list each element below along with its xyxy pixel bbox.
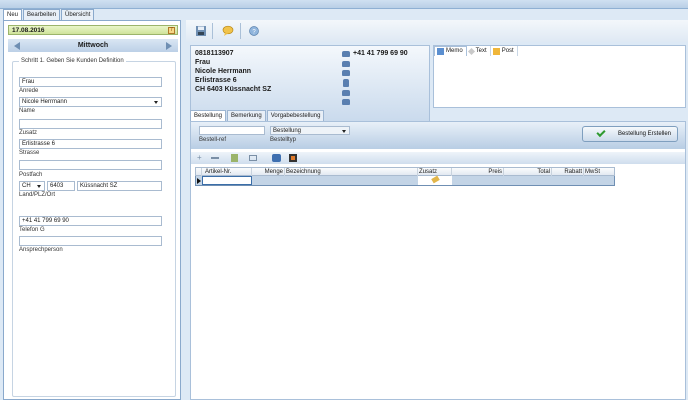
artikel-nr-cell-input[interactable] [202, 176, 252, 185]
tab-memo-label: Memo [446, 48, 463, 54]
bestelltyp-dropdown[interactable]: Bestellung [270, 126, 350, 135]
customer-name: Nicole Herrmann [195, 68, 252, 75]
phone-icon[interactable] [342, 70, 350, 76]
tab-vorgabebestellung[interactable]: Vorgabebestellung [266, 110, 325, 121]
top-strip [0, 0, 688, 9]
phone-icon[interactable] [342, 51, 350, 57]
date-value: 17.08.2016 [12, 27, 45, 34]
date-field[interactable]: 17.08.2016 7 [8, 25, 178, 35]
postfach-label: Postfach [19, 172, 43, 178]
order-panel: Bestell-ref Bestellung Bestelltyp Bestel… [190, 121, 686, 400]
customer-street: Erlistrasse 6 [195, 77, 237, 84]
toolbar-separator [212, 23, 213, 39]
copy-icon[interactable] [249, 155, 257, 161]
main-tabs: Neu Bearbeiten Übersicht [3, 9, 95, 20]
grid-header: Artikel-Nr. Menge Bezeichnung Zusatz Pre… [195, 167, 615, 176]
row-pointer-icon [197, 178, 201, 184]
calendar-icon[interactable]: 7 [168, 27, 175, 34]
create-order-label: Bestellung Erstellen [617, 131, 671, 137]
zusatz-input[interactable] [19, 119, 162, 129]
grid-toolbar: + [191, 152, 685, 164]
day-navigator: Mittwoch [8, 39, 178, 52]
column-rabatt[interactable]: Rabatt [552, 168, 584, 176]
tab-memo[interactable]: Memo [434, 46, 467, 56]
help-icon[interactable]: ? [248, 25, 260, 37]
name-label: Name [19, 108, 36, 114]
tab-text[interactable]: Text [467, 46, 491, 56]
tab-text-label: Text [475, 47, 487, 54]
customer-definition-group: Schritt 1. Geben Sie Kunden Definition F… [12, 58, 176, 397]
bestellref-label: Bestell-ref [199, 137, 227, 143]
toolbar-separator [240, 23, 241, 39]
weekday-label: Mittwoch [77, 42, 109, 49]
column-bezeichnung[interactable]: Bezeichnung [285, 168, 418, 176]
article-search-icon[interactable] [231, 154, 238, 162]
telefon-input[interactable]: +41 41 799 69 90 [19, 216, 162, 226]
transfer-icon[interactable] [272, 154, 281, 162]
pencil-icon [467, 47, 475, 55]
memo-tabs: Memo Text Post [434, 46, 518, 56]
postfach-input[interactable] [19, 160, 162, 170]
tab-bearbeiten[interactable]: Bearbeiten [23, 9, 61, 20]
tab-post[interactable]: Post [491, 46, 518, 56]
bestelltyp-label: Bestelltyp [270, 137, 297, 143]
customer-definition-panel: 17.08.2016 7 Mittwoch Schritt 1. Geben S… [3, 20, 181, 400]
remove-row-icon[interactable] [211, 157, 219, 159]
column-artikel-nr[interactable]: Artikel-Nr. [202, 168, 252, 176]
strasse-label: Strasse [19, 150, 40, 156]
anrede-input[interactable]: Frau [19, 77, 162, 87]
save-icon[interactable] [195, 25, 207, 37]
bestellref-input[interactable] [199, 126, 265, 135]
tab-neu[interactable]: Neu [3, 9, 23, 20]
order-header: Bestell-ref Bestellung Bestelltyp Bestel… [191, 122, 685, 149]
tab-bemerkung[interactable]: Bemerkung [227, 110, 266, 121]
group-title: Schritt 1. Geben Sie Kunden Definition [19, 58, 126, 64]
customer-salutation: Frau [195, 59, 211, 66]
plz-input[interactable]: 6403 [47, 181, 75, 191]
chat-bubble-icon[interactable] [222, 25, 234, 37]
strasse-input[interactable]: Erlistrasse 6 [19, 139, 162, 149]
table-row[interactable] [195, 175, 615, 186]
name-dropdown[interactable]: Nicole Herrmann [19, 97, 162, 107]
email-icon[interactable] [342, 99, 350, 105]
order-area: ? 0818113907 Frau Nicole Herrmann Erlist… [186, 20, 688, 400]
customer-number: 0818113907 [195, 50, 234, 57]
create-order-button[interactable]: Bestellung Erstellen [582, 126, 678, 142]
envelope-icon [492, 47, 500, 55]
column-mwst[interactable]: MwSt [584, 168, 614, 176]
zusatz-label: Zusatz [19, 130, 38, 136]
ansprechperson-label: Ansprechperson [19, 247, 63, 253]
grid-settings-icon[interactable] [289, 154, 297, 162]
tab-post-label: Post [501, 47, 514, 54]
land-dropdown[interactable]: CH [19, 181, 45, 191]
main-toolbar: ? [186, 20, 688, 42]
anrede-label: Anrede [19, 88, 39, 94]
order-tabs: Bestellung Bemerkung Vorgabebestellung [190, 110, 325, 121]
next-day-arrow-icon[interactable] [166, 42, 172, 50]
customer-phone: +41 41 799 69 90 [353, 50, 408, 57]
add-row-icon[interactable]: + [197, 154, 205, 162]
column-menge[interactable]: Menge [252, 168, 285, 176]
ansprechperson-input[interactable] [19, 236, 162, 246]
memo-icon [437, 48, 444, 55]
tab-bestellung[interactable]: Bestellung [190, 110, 227, 121]
ort-input[interactable]: Küssnacht SZ [77, 181, 162, 191]
telefon-label: Telefon G [19, 227, 45, 233]
column-zusatz[interactable]: Zusatz [418, 168, 452, 176]
column-total[interactable]: Total [504, 168, 552, 176]
memo-panel[interactable]: Memo Text Post [433, 45, 686, 108]
customer-city: CH 6403 Küssnacht SZ [195, 86, 272, 93]
phone-icon[interactable] [342, 61, 350, 67]
landplzort-label: Land/PLZ/Ort [19, 192, 56, 198]
mobile-phone-icon[interactable] [343, 79, 349, 87]
fax-icon[interactable] [342, 90, 350, 96]
tab-uebersicht[interactable]: Übersicht [61, 9, 95, 20]
checkmark-icon [596, 127, 606, 138]
column-preis[interactable]: Preis [452, 168, 504, 176]
